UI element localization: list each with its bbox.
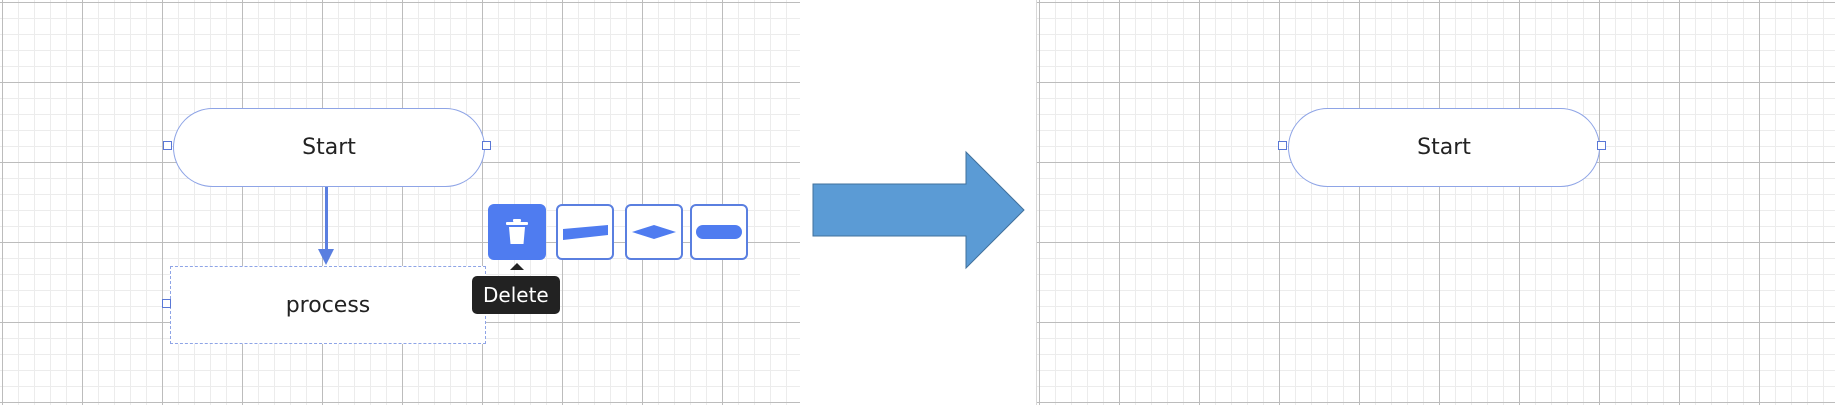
connector-line[interactable] <box>325 187 328 249</box>
connector-arrowhead <box>318 249 334 265</box>
trash-icon <box>506 219 528 244</box>
process-node[interactable]: process <box>170 266 486 344</box>
diamond-shape-button[interactable] <box>625 204 683 260</box>
start-node-after-right-port[interactable] <box>1597 141 1606 150</box>
start-node-after[interactable]: Start <box>1288 108 1600 187</box>
start-node[interactable]: Start <box>173 108 485 187</box>
tooltip-caret <box>510 263 524 270</box>
start-node-after-label: Start <box>1417 135 1471 160</box>
delete-button[interactable] <box>488 204 546 260</box>
start-node-after-left-port[interactable] <box>1278 141 1287 150</box>
parallelogram-shape-icon <box>563 225 608 240</box>
diamond-shape-icon <box>632 225 676 239</box>
terminal-shape-icon <box>696 225 742 239</box>
terminal-shape-button[interactable] <box>690 204 748 260</box>
transition-arrow <box>812 150 1025 270</box>
parallelogram-shape-button[interactable] <box>556 204 614 260</box>
flowchart-canvas-after[interactable]: Start <box>1036 0 1835 405</box>
start-node-right-port[interactable] <box>482 141 491 150</box>
delete-tooltip: Delete <box>472 276 560 314</box>
process-node-left-port[interactable] <box>162 299 171 308</box>
start-node-label: Start <box>302 135 356 160</box>
process-node-label: process <box>285 292 371 318</box>
start-node-left-port[interactable] <box>163 141 172 150</box>
flowchart-canvas-before[interactable]: Start process Delete <box>0 0 800 405</box>
